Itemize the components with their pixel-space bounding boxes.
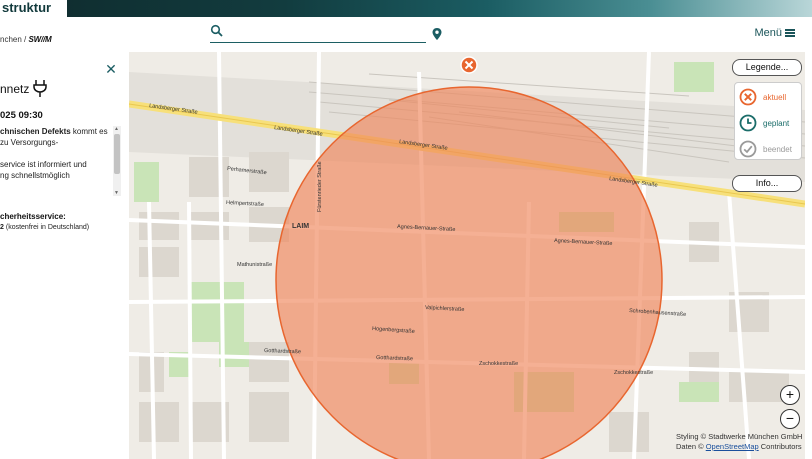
map-attribution: Styling © Stadtwerke München GmbH Daten …	[676, 432, 802, 452]
status-filter: aktuell geplant beendet	[734, 82, 802, 160]
incident-area[interactable]	[275, 86, 663, 459]
incident-title: nnetz	[0, 82, 30, 96]
breadcrumb-prefix[interactable]: nchen /	[0, 35, 26, 44]
hotline-number[interactable]: 2	[0, 224, 4, 231]
incident-time: 025 09:30	[0, 110, 43, 121]
breadcrumb: nchen / SW//M	[0, 35, 52, 44]
osm-link[interactable]: OpenStreetMap	[706, 442, 759, 451]
hamburger-icon	[785, 29, 795, 37]
swm-logo[interactable]: SW//M	[28, 35, 51, 44]
street-label: Zschokkestraße	[479, 361, 518, 367]
map-canvas[interactable]: LAIM Landsberger Straße Landsberger Stra…	[129, 52, 805, 459]
scroll-up-icon[interactable]: ▲	[114, 126, 119, 132]
status-label: beendet	[763, 144, 792, 154]
description-line: chnischen Defekts kommt es	[0, 127, 108, 136]
panel-scrollbar[interactable]: ▲ ▼	[113, 126, 121, 196]
hotline: 2 (kostenfrei in Deutschland)	[0, 224, 89, 231]
scroll-thumb[interactable]	[114, 134, 120, 174]
map-edge	[805, 52, 812, 459]
menu-label: Menü	[754, 27, 782, 39]
power-plug-icon	[33, 80, 47, 97]
zoom-out-button[interactable]: −	[780, 409, 800, 429]
scroll-down-icon[interactable]: ▼	[114, 190, 119, 196]
clock-icon	[739, 114, 757, 132]
header-band	[0, 0, 812, 17]
status-label: geplant	[763, 118, 790, 128]
street-label: Fürstenrieder Straße	[317, 161, 323, 212]
brand-title: struktur	[0, 0, 67, 17]
hotline-note: (kostenfrei in Deutschland)	[5, 224, 90, 231]
description-line	[0, 148, 112, 159]
attribution-line: Styling © Stadtwerke München GmbH	[676, 432, 803, 441]
hotline-label: cherheitsservice:	[0, 212, 66, 221]
description-line: service ist informiert und	[0, 160, 87, 169]
legend-button[interactable]: Legende...	[732, 59, 802, 76]
status-planned[interactable]: geplant	[739, 113, 801, 133]
close-icon[interactable]: ✕	[104, 62, 118, 76]
x-circle-icon	[739, 88, 757, 106]
check-circle-icon	[739, 140, 757, 158]
map-view[interactable]: LAIM Landsberger Straße Landsberger Stra…	[129, 52, 805, 459]
attribution-line: Daten © OpenStreetMap Contributors	[676, 442, 802, 451]
incident-description: chnischen Defekts kommt es zu Versorgung…	[0, 126, 112, 194]
district-label: LAIM	[292, 223, 309, 230]
street-label: Zschokkestraße	[614, 370, 653, 376]
search-input[interactable]	[228, 24, 424, 40]
street-label: Mathunistraße	[237, 262, 272, 268]
description-line: ng schnellstmöglich	[0, 171, 70, 180]
description-line: zu Versorgungs-	[0, 138, 59, 147]
location-pin-icon[interactable]	[431, 27, 443, 41]
status-finished[interactable]: beendet	[739, 139, 801, 159]
search-icon[interactable]	[210, 24, 224, 38]
incident-panel: ✕ nnetz 025 09:30 chnischen Defekts komm…	[0, 52, 127, 459]
info-button[interactable]: Info...	[732, 175, 802, 192]
zoom-in-button[interactable]: +	[780, 385, 800, 405]
status-label: aktuell	[763, 92, 787, 102]
status-current[interactable]: aktuell	[739, 87, 801, 107]
menu-button[interactable]: Menü	[754, 27, 795, 39]
search-bar	[210, 22, 426, 43]
app-root: struktur nchen / SW//M Menü ✕ nnetz 025 …	[0, 0, 812, 459]
incident-marker-icon[interactable]	[460, 56, 478, 74]
